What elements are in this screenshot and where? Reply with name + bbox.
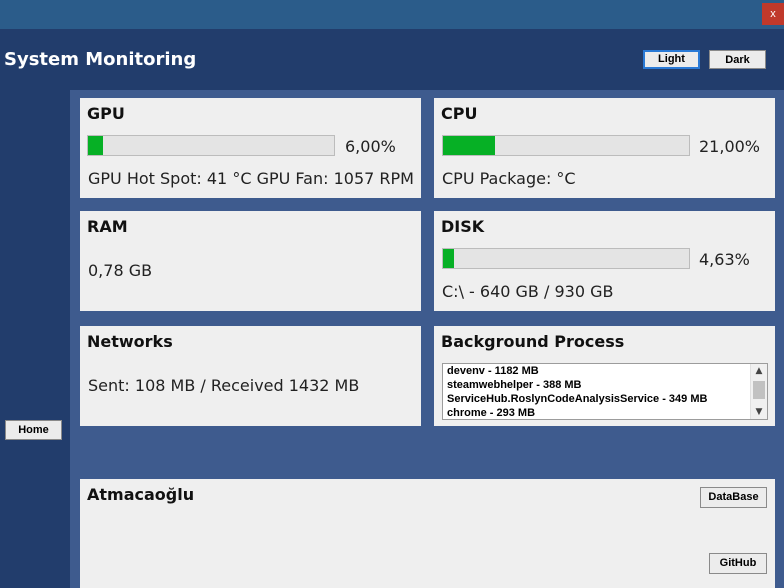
database-button[interactable]: DataBase (700, 487, 767, 508)
disk-card: DISK 4,63% C:\ - 640 GB / 930 GB (434, 211, 775, 311)
background-process-title: Background Process (441, 332, 625, 351)
cpu-usage-percent: 21,00% (699, 137, 761, 156)
gpu-progress-fill (88, 136, 103, 155)
dark-theme-button[interactable]: Dark (709, 50, 766, 69)
gpu-info: GPU Hot Spot: 41 °C GPU Fan: 1057 RPM (88, 169, 414, 188)
cpu-progress-fill (443, 136, 495, 155)
list-item[interactable]: devenv - 1182 MB (443, 364, 767, 378)
scroll-thumb[interactable] (753, 381, 765, 399)
cpu-info: CPU Package: °C (442, 169, 576, 188)
author-name: Atmacaoğlu (87, 485, 195, 504)
process-list-scrollbar[interactable]: ▲ ▼ (750, 364, 767, 419)
disk-progress-bar (442, 248, 690, 269)
gpu-card: GPU 6,00% GPU Hot Spot: 41 °C GPU Fan: 1… (80, 98, 421, 198)
list-item[interactable]: ServiceHub.RoslynCodeAnalysisService - 3… (443, 392, 767, 406)
github-button[interactable]: GitHub (709, 553, 767, 574)
footer-card: Atmacaoğlu DataBase GitHub (80, 479, 775, 588)
sidebar: Home (0, 90, 70, 588)
cpu-title: CPU (441, 104, 478, 123)
scroll-up-icon[interactable]: ▲ (751, 364, 767, 378)
networks-card: Networks Sent: 108 MB / Received 1432 MB (80, 326, 421, 426)
cpu-card: CPU 21,00% CPU Package: °C (434, 98, 775, 198)
disk-info: C:\ - 640 GB / 930 GB (442, 282, 614, 301)
disk-title: DISK (441, 217, 485, 236)
gpu-progress-bar (87, 135, 335, 156)
cpu-progress-bar (442, 135, 690, 156)
process-list[interactable]: devenv - 1182 MB steamwebhelper - 388 MB… (442, 363, 768, 420)
networks-info: Sent: 108 MB / Received 1432 MB (88, 376, 360, 395)
window-titlebar: x (0, 0, 784, 29)
list-item[interactable]: steamwebhelper - 388 MB (443, 378, 767, 392)
close-button[interactable]: x (762, 3, 784, 25)
disk-usage-percent: 4,63% (699, 250, 750, 269)
scroll-down-icon[interactable]: ▼ (751, 405, 767, 419)
ram-title: RAM (87, 217, 128, 236)
app-title: System Monitoring (4, 49, 197, 70)
ram-value: 0,78 GB (88, 261, 153, 280)
disk-progress-fill (443, 249, 455, 268)
networks-title: Networks (87, 332, 173, 351)
gpu-title: GPU (87, 104, 125, 123)
gpu-usage-percent: 6,00% (345, 137, 396, 156)
main-area: GPU 6,00% GPU Hot Spot: 41 °C GPU Fan: 1… (70, 90, 784, 588)
light-theme-button[interactable]: Light (643, 50, 700, 69)
background-process-card: Background Process devenv - 1182 MB stea… (434, 326, 775, 426)
ram-card: RAM 0,78 GB (80, 211, 421, 311)
home-button[interactable]: Home (5, 420, 62, 440)
list-item[interactable]: chrome - 293 MB (443, 406, 767, 419)
